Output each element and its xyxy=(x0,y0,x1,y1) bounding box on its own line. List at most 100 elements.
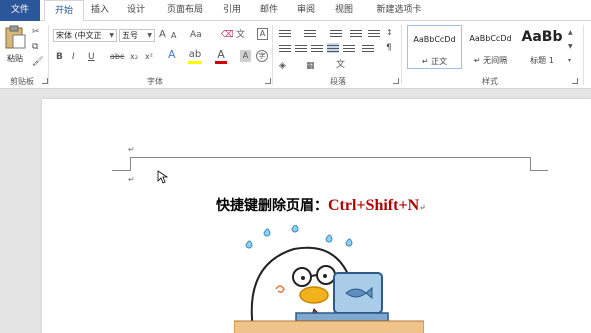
separator xyxy=(272,25,273,85)
strikethrough-button[interactable]: abc xyxy=(110,51,124,63)
justify-icon[interactable] xyxy=(327,43,339,53)
multilevel-list-icon[interactable] xyxy=(330,28,342,38)
tab-new[interactable]: 新建选项卡 xyxy=(368,0,430,21)
copy-icon[interactable]: ⧉ xyxy=(32,41,38,53)
bold-button[interactable]: B xyxy=(56,51,63,63)
style-heading1-name: 标题 1 xyxy=(530,56,554,65)
separator xyxy=(48,25,49,85)
styles-more-icon[interactable]: ▾ xyxy=(568,55,571,67)
tab-insert[interactable]: 插入 xyxy=(86,0,114,21)
cut-icon[interactable]: ✂ xyxy=(32,26,40,38)
font-color-icon[interactable]: A xyxy=(215,49,227,64)
highlight-icon[interactable]: ab xyxy=(188,49,202,64)
change-case-icon[interactable]: Aa xyxy=(190,29,202,41)
tab-view[interactable]: 视图 xyxy=(330,0,358,21)
separator xyxy=(583,25,584,85)
grow-font-icon[interactable]: A xyxy=(159,29,166,41)
align-right-icon[interactable] xyxy=(311,43,323,53)
bold-glyph: B xyxy=(56,52,63,62)
borders-icon[interactable]: ▦ xyxy=(306,60,315,72)
heading-shortcut: Ctrl+Shift+N xyxy=(328,197,420,214)
header-margin-left-tick xyxy=(112,170,131,171)
separator xyxy=(401,25,402,85)
document-page[interactable]: ↵ ↵ 快捷键删除页眉：Ctrl+Shift+N↵ xyxy=(42,99,591,333)
header-margin-right-tick xyxy=(530,170,548,171)
highlight-color-bar xyxy=(188,61,202,64)
tab-file[interactable]: 文件 xyxy=(0,0,40,21)
paragraph-mark: ↵ xyxy=(419,202,426,212)
sort-icon[interactable]: ↕ xyxy=(386,27,393,39)
tab-mailings[interactable]: 邮件 xyxy=(255,0,283,21)
styles-scroll-down-icon[interactable]: ▼ xyxy=(568,41,573,53)
italic-glyph: I xyxy=(72,52,75,62)
header-margin-right xyxy=(530,157,531,171)
enclose-char-icon[interactable]: 字 xyxy=(256,50,268,62)
distributed-icon[interactable] xyxy=(343,43,355,53)
heading-text: 快捷键删除页眉： xyxy=(216,198,328,214)
align-left-icon[interactable] xyxy=(279,43,291,53)
ribbon-home: 粘贴 ✂ ⧉ 🖌 剪贴板 宋体 (中文正 ▼ 五号 ▼ A A Aa ⌫ 文 A… xyxy=(0,21,591,89)
change-case-glyph: Aa xyxy=(190,30,202,40)
shrink-font-glyph: A xyxy=(171,31,177,40)
shading-icon[interactable]: ◈ xyxy=(279,60,286,72)
char-border-icon[interactable]: A xyxy=(257,28,268,40)
styles-launcher[interactable] xyxy=(572,78,578,84)
paragraph-mark: ↵ xyxy=(128,175,135,184)
char-shading-icon[interactable]: A xyxy=(240,50,251,62)
font-launcher[interactable] xyxy=(265,78,271,84)
align-center-icon[interactable] xyxy=(295,43,307,53)
style-normal-sample: AaBbCcDd xyxy=(413,35,456,44)
chinese-layout-icon[interactable]: 文 xyxy=(336,59,345,71)
styles-scroll-up-icon[interactable]: ▲ xyxy=(568,27,573,39)
tab-home[interactable]: 开始 xyxy=(44,0,84,22)
shrink-font-icon[interactable]: A xyxy=(171,30,176,42)
clipboard-icon xyxy=(5,25,26,49)
paste-button[interactable]: 粘贴 xyxy=(3,25,27,69)
chevron-down-icon: ▼ xyxy=(147,32,152,39)
header-separator-line xyxy=(130,157,530,158)
subscript-glyph: x₂ xyxy=(130,52,138,61)
font-size-value: 五号 xyxy=(122,31,138,40)
show-marks-icon[interactable]: ¶ xyxy=(386,42,392,54)
mouse-cursor-icon xyxy=(157,170,169,184)
font-group-label: 字体 xyxy=(147,77,163,86)
style-no-spacing[interactable]: AaBbCcDd ↵ 无间隔 xyxy=(463,25,518,69)
font-family-value: 宋体 (中文正 xyxy=(56,31,102,40)
line-spacing-icon[interactable] xyxy=(362,43,374,53)
font-family-select[interactable]: 宋体 (中文正 ▼ xyxy=(53,29,117,42)
numbering-icon[interactable] xyxy=(304,28,316,38)
clear-format-icon[interactable]: ⌫ xyxy=(221,29,234,41)
style-normal-name: ↵ 正文 xyxy=(421,57,448,66)
tab-references[interactable]: 引用 xyxy=(218,0,246,21)
font-color-bar xyxy=(215,61,227,64)
underline-button[interactable]: U xyxy=(88,51,95,63)
font-color-glyph: A xyxy=(217,48,225,61)
style-normal[interactable]: AaBbCcDd ↵ 正文 xyxy=(407,25,462,69)
chevron-down-icon: ▼ xyxy=(109,32,114,39)
grow-font-glyph: A xyxy=(159,29,166,40)
underline-glyph: U xyxy=(88,52,95,62)
font-size-select[interactable]: 五号 ▼ xyxy=(119,29,155,42)
superscript-glyph: x² xyxy=(145,52,153,61)
format-painter-icon[interactable]: 🖌 xyxy=(32,56,43,68)
cartoon-duck-illustration xyxy=(234,225,424,333)
word-window: 文件 开始 插入 设计 页面布局 引用 邮件 审阅 视图 新建选项卡 粘贴 ✂ … xyxy=(0,0,591,333)
styles-group-label: 样式 xyxy=(482,77,498,86)
bullets-icon[interactable] xyxy=(279,28,291,38)
subscript-button[interactable]: x₂ xyxy=(130,51,138,63)
ribbon-tab-bar: 文件 开始 插入 设计 页面布局 引用 邮件 审阅 视图 新建选项卡 xyxy=(0,0,591,22)
text-effects-icon[interactable]: A xyxy=(168,49,176,61)
document-heading: 快捷键删除页眉：Ctrl+Shift+N↵ xyxy=(216,195,426,215)
strikethrough-glyph: abc xyxy=(110,52,125,61)
document-area: ↵ ↵ 快捷键删除页眉：Ctrl+Shift+N↵ xyxy=(0,90,591,333)
tab-design[interactable]: 设计 xyxy=(122,0,150,21)
tab-review[interactable]: 审阅 xyxy=(292,0,320,21)
increase-indent-icon[interactable] xyxy=(368,28,380,38)
superscript-button[interactable]: x² xyxy=(145,51,153,63)
decrease-indent-icon[interactable] xyxy=(350,28,362,38)
style-heading1[interactable]: AaBb 标题 1 xyxy=(519,25,565,69)
phonetic-icon[interactable]: 文 xyxy=(236,29,245,41)
tab-page-layout[interactable]: 页面布局 xyxy=(160,0,210,21)
paragraph-launcher[interactable] xyxy=(393,78,399,84)
italic-button[interactable]: I xyxy=(72,51,75,63)
